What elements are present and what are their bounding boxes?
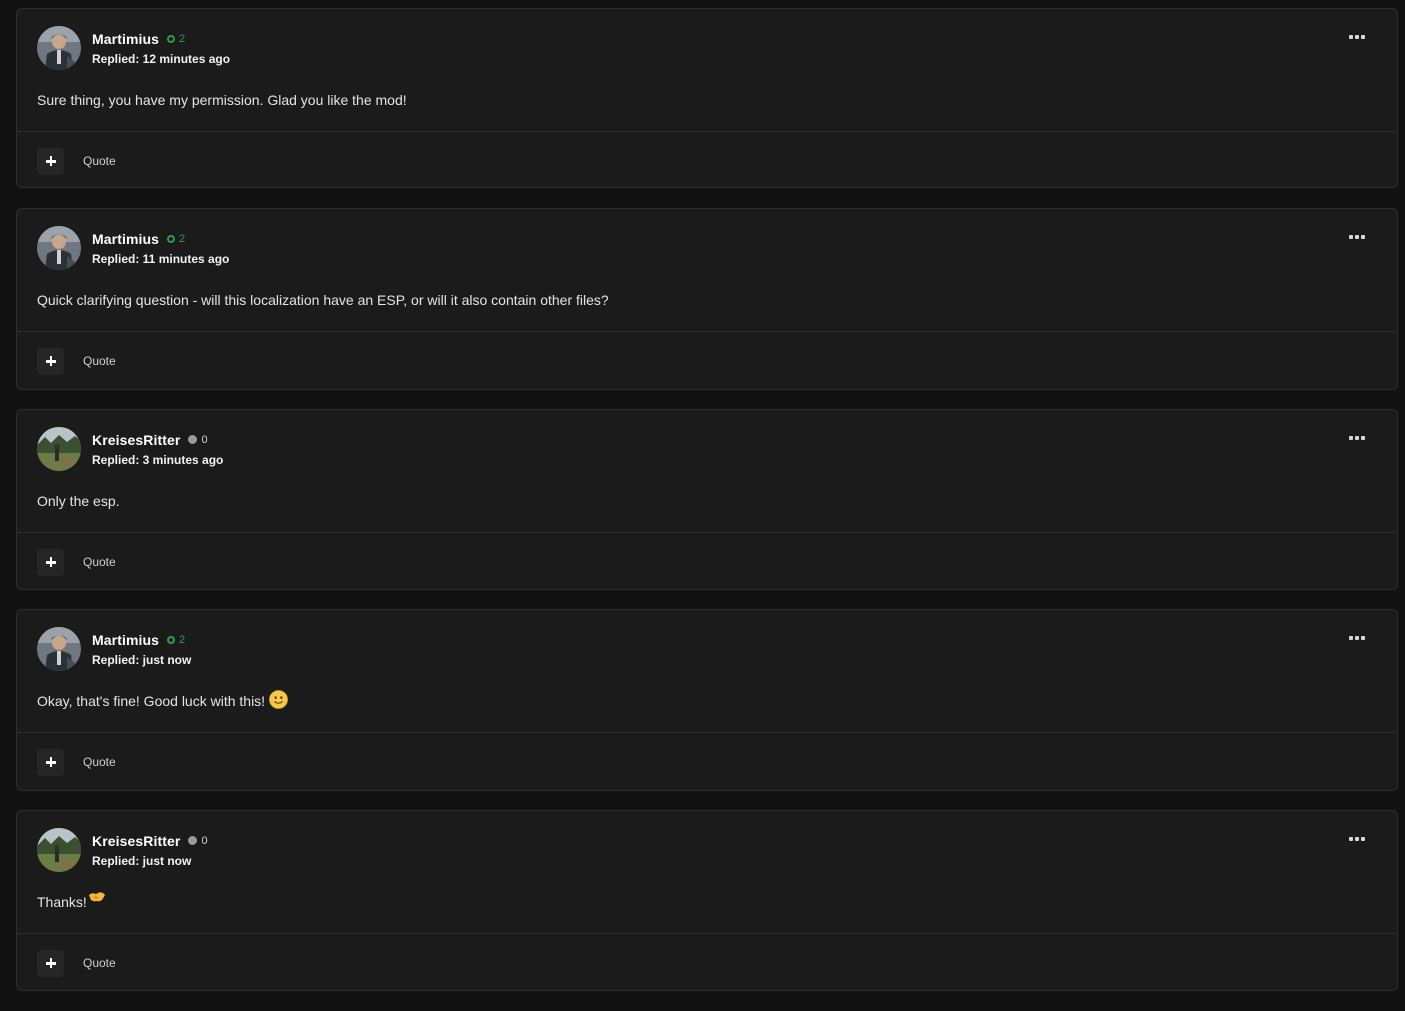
reputation-count: 0 <box>201 433 208 446</box>
react-button[interactable] <box>37 147 64 175</box>
reputation-icon <box>188 435 198 444</box>
user-avatar[interactable] <box>37 226 81 270</box>
comment-text: Thanks! <box>37 894 87 910</box>
comment-card: Martimius 2 Replied: 11 minutes ago Quic… <box>16 208 1398 390</box>
divider <box>17 933 1397 934</box>
divider <box>17 532 1397 533</box>
comment-card: KreisesRitter 0 Replied: 3 minutes ago O… <box>16 409 1398 590</box>
comment-footer: Quote <box>37 147 116 175</box>
comment-text: Sure thing, you have my permission. Glad… <box>37 92 407 108</box>
reputation-count: 2 <box>179 32 186 45</box>
comment-footer: Quote <box>37 347 116 375</box>
comment-header: Martimius 2 Replied: 11 minutes ago <box>37 225 229 271</box>
comment-body: Okay, that's fine! Good luck with this! <box>37 690 288 712</box>
reputation-icon <box>167 234 176 243</box>
react-button[interactable] <box>37 949 64 977</box>
user-avatar[interactable] <box>37 427 81 471</box>
comment-footer: Quote <box>37 949 116 977</box>
reputation-count: 2 <box>179 633 186 646</box>
comment-body: Sure thing, you have my permission. Glad… <box>37 89 407 111</box>
comment-body: Thanks! <box>37 891 106 913</box>
user-avatar[interactable] <box>37 828 81 872</box>
handshake-icon <box>88 890 106 907</box>
react-button[interactable] <box>37 347 64 375</box>
plus-icon <box>45 557 56 567</box>
react-button[interactable] <box>37 748 64 776</box>
more-options-icon[interactable] <box>1347 628 1367 648</box>
comment-header: Martimius 2 Replied: just now <box>37 626 191 672</box>
user-avatar[interactable] <box>37 26 81 70</box>
reply-timestamp: Replied: 11 minutes ago <box>92 251 230 266</box>
reputation-badge: 0 <box>188 834 208 847</box>
divider <box>17 131 1397 132</box>
comment-card: Martimius 2 Replied: just now Okay, that… <box>16 609 1398 791</box>
reputation-badge: 2 <box>167 634 185 646</box>
plus-icon <box>45 156 56 166</box>
reputation-icon <box>188 836 198 845</box>
comment-text: Quick clarifying question - will this lo… <box>37 292 609 308</box>
quote-button[interactable]: Quote <box>83 555 116 569</box>
reply-timestamp: Replied: 3 minutes ago <box>92 452 224 467</box>
more-options-icon[interactable] <box>1347 227 1367 247</box>
quote-button[interactable]: Quote <box>83 755 116 769</box>
comment-header: Martimius 2 Replied: 12 minutes ago <box>37 25 230 71</box>
plus-icon <box>45 757 56 767</box>
comment-thread: Martimius 2 Replied: 12 minutes ago Sure… <box>0 0 1405 1011</box>
username[interactable]: KreisesRitter <box>92 833 180 849</box>
reputation-icon <box>167 34 176 43</box>
more-options-icon[interactable] <box>1347 27 1367 47</box>
comment-header: KreisesRitter 0 Replied: just now <box>37 827 208 873</box>
username[interactable]: Martimius <box>92 632 159 648</box>
plus-icon <box>45 958 56 968</box>
reputation-count: 2 <box>179 232 186 245</box>
reputation-badge: 2 <box>167 33 185 45</box>
reputation-icon <box>167 635 176 644</box>
quote-button[interactable]: Quote <box>83 154 116 168</box>
reputation-count: 0 <box>201 834 208 847</box>
comment-card: Martimius 2 Replied: 12 minutes ago Sure… <box>16 8 1398 188</box>
quote-button[interactable]: Quote <box>83 956 116 970</box>
reputation-badge: 2 <box>167 233 185 245</box>
more-options-icon[interactable] <box>1347 829 1367 849</box>
reply-timestamp: Replied: 12 minutes ago <box>92 51 231 66</box>
username[interactable]: Martimius <box>92 231 159 247</box>
plus-icon <box>45 356 56 366</box>
comment-text: Okay, that's fine! Good luck with this! <box>37 693 266 709</box>
react-button[interactable] <box>37 548 64 576</box>
divider <box>17 732 1397 733</box>
user-avatar[interactable] <box>37 627 81 671</box>
comment-footer: Quote <box>37 748 116 776</box>
comment-body: Only the esp. <box>37 490 120 512</box>
more-options-icon[interactable] <box>1347 428 1367 448</box>
comment-body: Quick clarifying question - will this lo… <box>37 289 609 311</box>
comment-footer: Quote <box>37 548 116 576</box>
comment-card: KreisesRitter 0 Replied: just now Thanks… <box>16 810 1398 991</box>
reply-timestamp: Replied: just now <box>92 652 192 667</box>
divider <box>17 331 1397 332</box>
comment-header: KreisesRitter 0 Replied: 3 minutes ago <box>37 426 223 472</box>
username[interactable]: KreisesRitter <box>92 432 180 448</box>
comment-text: Only the esp. <box>37 493 120 509</box>
quote-button[interactable]: Quote <box>83 354 116 368</box>
username[interactable]: Martimius <box>92 31 159 47</box>
slightly-smiling-face-icon <box>269 690 288 712</box>
reply-timestamp: Replied: just now <box>92 853 192 868</box>
reputation-badge: 0 <box>188 433 208 446</box>
